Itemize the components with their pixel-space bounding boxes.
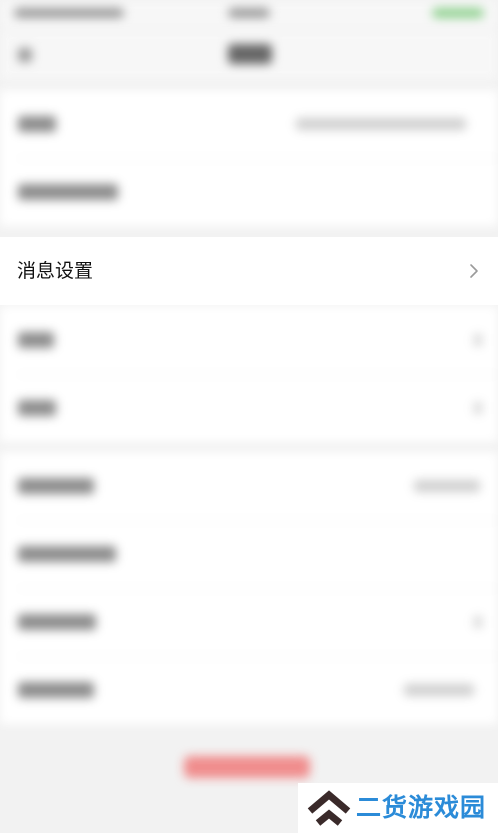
message-settings-label: 消息设置: [17, 260, 94, 282]
row-label: [18, 184, 118, 200]
chevron-right-icon: [470, 264, 478, 278]
row-label: [18, 478, 94, 494]
battery-icon: [432, 8, 484, 18]
message-settings-row[interactable]: 消息设置: [0, 237, 498, 305]
settings-row[interactable]: [0, 90, 498, 158]
row-label: [18, 400, 56, 416]
row-label: [18, 546, 116, 562]
settings-row[interactable]: [0, 374, 498, 442]
row-label: [18, 682, 94, 698]
back-icon[interactable]: [18, 48, 32, 62]
settings-row[interactable]: [0, 306, 498, 374]
watermark-text: 二货游戏园: [356, 793, 487, 822]
row-value: [404, 684, 474, 696]
settings-group-other: [0, 452, 498, 724]
row-label: [18, 116, 56, 132]
settings-row[interactable]: [0, 452, 498, 520]
chevron-right-icon: [474, 334, 482, 346]
watermark: 二货游戏园: [298, 783, 498, 833]
chevron-right-icon: [474, 402, 482, 414]
row-label: [18, 614, 96, 630]
settings-row[interactable]: [0, 158, 498, 226]
settings-row[interactable]: [0, 520, 498, 588]
status-carrier: [14, 8, 124, 18]
chevron-right-icon: [474, 616, 482, 628]
row-value: [414, 480, 480, 492]
status-time: [228, 8, 270, 18]
row-label: [18, 332, 54, 348]
double-chevron-up-logo-icon: [307, 790, 351, 826]
nav-bar: [0, 30, 498, 80]
status-bar: [0, 0, 498, 30]
settings-row[interactable]: [0, 588, 498, 656]
row-value: [296, 118, 466, 130]
settings-row[interactable]: [0, 656, 498, 724]
logout-button[interactable]: [184, 756, 310, 778]
settings-group-account: [0, 90, 498, 226]
settings-group-general: [0, 306, 498, 442]
nav-title: [228, 44, 272, 64]
